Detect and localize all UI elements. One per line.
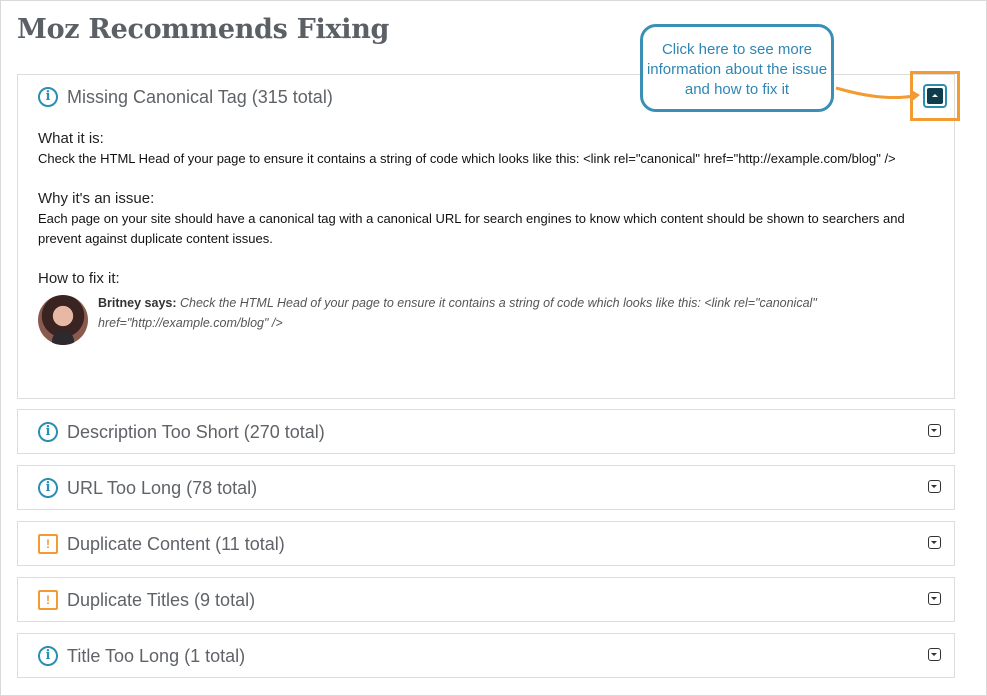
page-title: Moz Recommends Fixing: [17, 14, 390, 45]
info-icon: i: [38, 87, 58, 107]
issue-panel[interactable]: i Description Too Short (270 total): [17, 409, 955, 454]
expert-tip: Britney says: Check the HTML Head of you…: [38, 289, 936, 349]
issue-details: What it is: Check the HTML Head of your …: [38, 129, 936, 349]
chevron-up-icon: [927, 88, 943, 104]
issue-panel-missing-canonical: i Missing Canonical Tag (315 total) What…: [17, 74, 955, 399]
issue-title: Title Too Long (1 total): [67, 646, 246, 666]
warning-icon: !: [38, 534, 58, 554]
why-heading: Why it's an issue:: [38, 190, 155, 207]
what-heading: What it is:: [38, 130, 104, 147]
expand-toggle-button[interactable]: [928, 536, 941, 549]
info-icon: i: [38, 422, 58, 442]
info-icon: i: [38, 646, 58, 666]
expert-quote: Britney says: Check the HTML Head of you…: [98, 293, 936, 333]
issue-header[interactable]: ! Duplicate Content (11 total): [18, 522, 954, 566]
highlight-box: [910, 71, 960, 121]
issue-header[interactable]: i URL Too Long (78 total): [18, 466, 954, 510]
issue-panel[interactable]: i Title Too Long (1 total): [17, 633, 955, 678]
expand-toggle-button[interactable]: [928, 424, 941, 437]
issue-panel[interactable]: ! Duplicate Content (11 total): [17, 521, 955, 566]
issue-header[interactable]: i Description Too Short (270 total): [18, 410, 954, 454]
expert-name: Britney says:: [98, 296, 177, 310]
issue-panel[interactable]: i URL Too Long (78 total): [17, 465, 955, 510]
what-text: Check the HTML Head of your page to ensu…: [38, 151, 896, 166]
issue-header[interactable]: i Title Too Long (1 total): [18, 634, 954, 678]
avatar: [38, 295, 88, 345]
expand-toggle-button[interactable]: [928, 648, 941, 661]
issue-title: Duplicate Content (11 total): [67, 534, 285, 554]
issue-title: Description Too Short (270 total): [67, 422, 325, 442]
issue-title: URL Too Long (78 total): [67, 478, 258, 498]
issue-panel[interactable]: ! Duplicate Titles (9 total): [17, 577, 955, 622]
why-text: Each page on your site should have a can…: [38, 211, 905, 246]
warning-icon: !: [38, 590, 58, 610]
expert-text: Check the HTML Head of your page to ensu…: [98, 296, 817, 330]
how-heading: How to fix it:: [38, 270, 120, 287]
collapse-toggle-button[interactable]: [923, 84, 947, 108]
callout-bubble: Click here to see more information about…: [640, 24, 834, 112]
info-icon: i: [38, 478, 58, 498]
issue-title: Missing Canonical Tag (315 total): [67, 87, 333, 107]
issue-header[interactable]: ! Duplicate Titles (9 total): [18, 578, 954, 622]
expand-toggle-button[interactable]: [928, 480, 941, 493]
expand-toggle-button[interactable]: [928, 592, 941, 605]
issue-title: Duplicate Titles (9 total): [67, 590, 256, 610]
